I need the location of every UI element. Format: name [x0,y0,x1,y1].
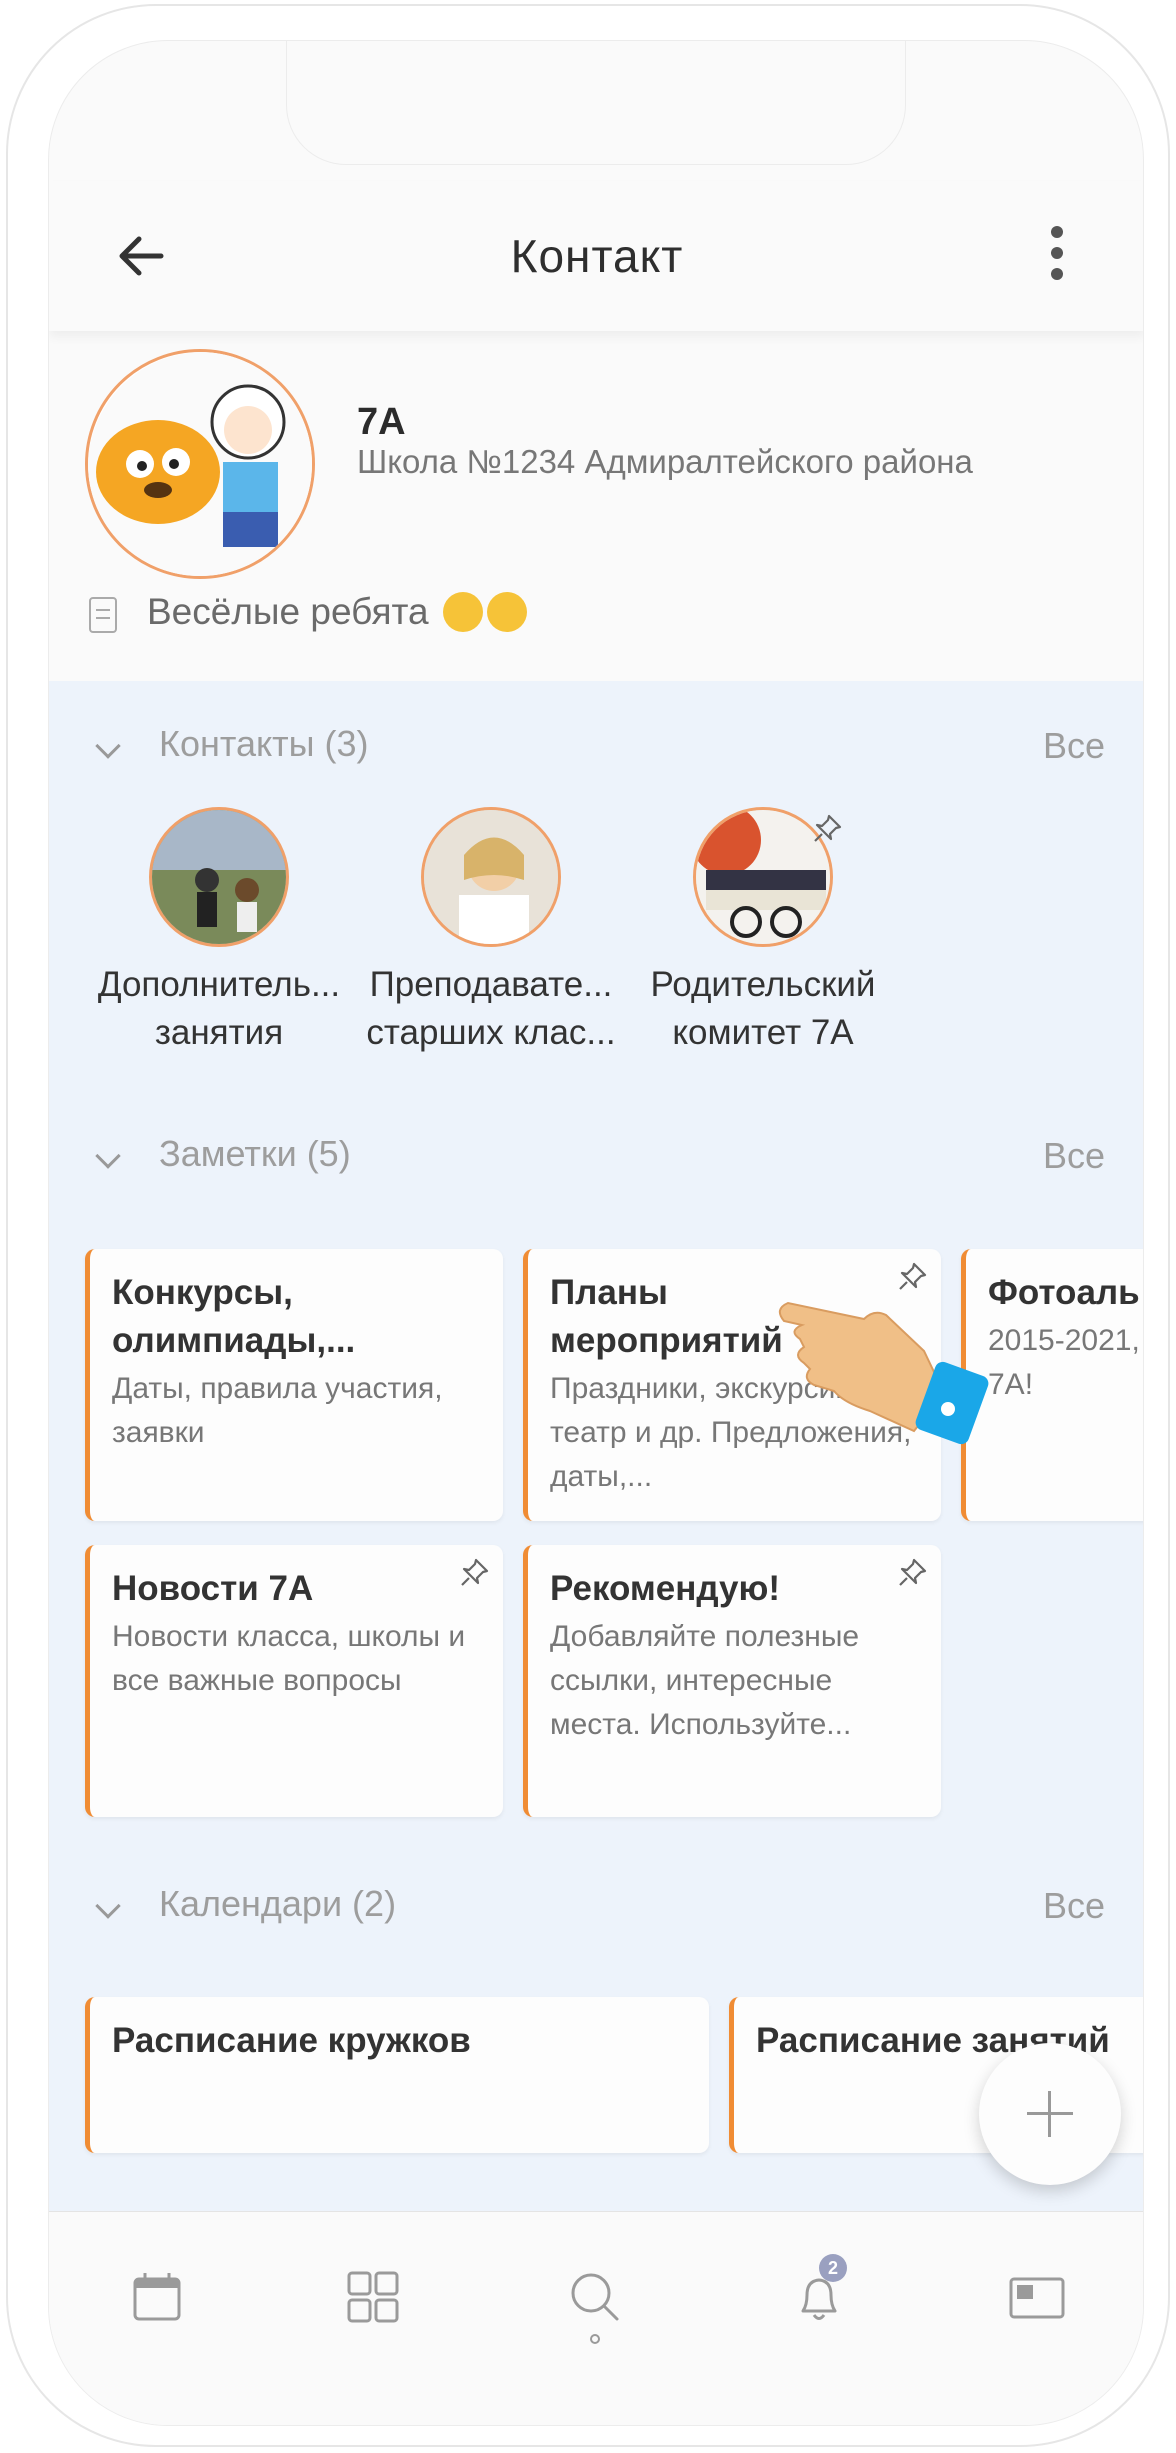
note-title: Рекомендую! [550,1569,781,1608]
chevron-down-icon[interactable] [95,1143,121,1169]
calendars-section-header[interactable]: Календари (2) Все [49,1883,1143,1933]
phone-notch [286,41,906,165]
nerd-emoji-icon [486,592,527,632]
bottom-tab-bar: 2 [49,2211,1143,2425]
add-button[interactable] [979,2043,1121,2185]
group-status-text: Весёлые ребята [147,591,429,632]
chevron-down-icon[interactable] [95,1893,121,1919]
note-card[interactable]: Рекомендую! Добавляйте полезные ссылки, … [523,1545,941,1817]
app-bar: Контакт [49,181,1143,331]
contact-avatar [149,807,289,947]
calendars-section-title: Календари (2) [159,1883,397,1924]
group-status: Весёлые ребята [147,591,527,633]
note-description: Новости класса, школы и все важные вопро… [112,1620,466,1697]
contact-item[interactable]: Родительский комитет 7А [627,807,899,1057]
description-icon [89,597,117,633]
contact-item[interactable]: Дополнитель... занятия [83,807,355,1057]
contact-name-line2: старших клас... [366,1013,616,1052]
notifications-badge: 2 [819,2254,847,2282]
contact-name-line2: комитет 7А [672,1013,854,1052]
group-school: Школа №1234 Адмиралтейского района [357,443,973,480]
pin-icon [899,1558,927,1586]
group-avatar[interactable] [85,349,315,579]
notes-all-link[interactable]: Все [1043,1135,1105,1177]
phone-screen: Контакт 7А Школа №1234 Адмиралтейского р… [48,40,1144,2426]
more-options-icon[interactable] [1047,223,1067,287]
tongue-emoji-icon [442,592,483,632]
calendar-icon[interactable] [127,2267,187,2327]
contacts-all-link[interactable]: Все [1043,725,1105,767]
page-title: Контакт [510,230,684,282]
tap-hint-hand-icon [778,1301,989,1445]
note-description: Даты, правила участия, заявки [112,1372,443,1449]
contact-name-line1: Преподавате... [369,965,613,1004]
grid-icon[interactable] [343,2267,403,2327]
note-description: Добавляйте полезные ссылки, интересные м… [550,1620,860,1741]
phone-frame: Контакт 7А Школа №1234 Адмиралтейского р… [6,4,1170,2447]
contacts-section-title: Контакты (3) [159,723,369,764]
group-name: 7А [357,401,406,443]
search-icon[interactable] [565,2267,625,2347]
notes-section-title: Заметки (5) [159,1133,351,1174]
contact-name-line1: Родительский [650,965,876,1004]
profile-header: 7А Школа №1234 Адмиралтейского района Ве… [49,331,1143,681]
pin-icon [814,814,842,842]
notes-section-header[interactable]: Заметки (5) Все [49,1133,1143,1183]
contact-item[interactable]: Преподавате... старших клас... [355,807,627,1057]
note-card[interactable]: Конкурсы, олимпиады,... Даты, правила уч… [85,1249,503,1521]
note-description: 2015-2021, 7А! [988,1324,1140,1401]
contact-avatar [421,807,561,947]
contact-name-line2: занятия [154,1013,284,1052]
contacts-section-header[interactable]: Контакты (3) Все [49,723,1143,773]
note-title: Фотоаль [988,1273,1140,1312]
calendar-title: Расписание кружков [112,2021,471,2060]
id-card-icon[interactable] [1007,2267,1067,2327]
contact-name-line1: Дополнитель... [97,965,341,1004]
calendars-all-link[interactable]: Все [1043,1885,1105,1927]
chevron-down-icon[interactable] [95,733,121,759]
calendar-card[interactable]: Расписание кружков [85,1997,709,2153]
notifications-count: 2 [827,2258,838,2278]
note-title: Конкурсы, олимпиады,... [112,1273,356,1360]
note-card[interactable]: Новости 7А Новости класса, школы и все в… [85,1545,503,1817]
pin-icon [461,1558,489,1586]
note-title: Новости 7А [112,1569,314,1608]
